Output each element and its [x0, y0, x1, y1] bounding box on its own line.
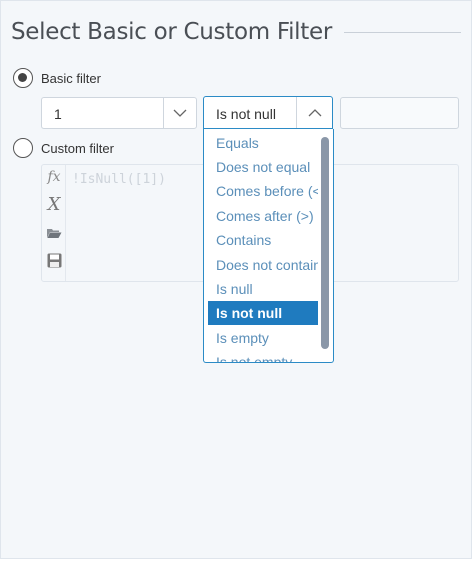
operator-select[interactable]: Is not null	[203, 96, 333, 129]
operator-option-comes-before[interactable]: Comes before (<	[208, 179, 318, 203]
save-icon[interactable]	[44, 250, 64, 270]
function-icon[interactable]: fx	[44, 167, 64, 187]
title-row: Select Basic or Custom Filter	[11, 17, 461, 47]
folder-open-icon[interactable]	[44, 223, 64, 243]
operator-option-equals[interactable]: Equals	[208, 131, 318, 155]
title-divider	[344, 31, 461, 33]
operator-value: Is not null	[216, 106, 276, 122]
expression-text: !IsNull([1])	[72, 172, 166, 187]
operator-option-does-not-contain[interactable]: Does not contain	[208, 253, 318, 277]
operator-dropdown-button[interactable]	[296, 97, 332, 128]
custom-filter-option[interactable]: Custom filter	[13, 138, 114, 158]
chevron-down-icon	[173, 109, 187, 117]
operator-dropdown-list[interactable]: Equals Does not equal Comes before (< Co…	[203, 129, 334, 363]
basic-filter-label: Basic filter	[41, 70, 101, 86]
operator-option-is-not-null[interactable]: Is not null	[208, 301, 318, 325]
operator-option-comes-after[interactable]: Comes after (>)	[208, 204, 318, 228]
operator-option-does-not-equal[interactable]: Does not equal	[208, 155, 318, 179]
basic-filter-radio[interactable]	[13, 68, 33, 88]
dropdown-scrollbar[interactable]	[321, 137, 329, 349]
operator-option-is-null[interactable]: Is null	[208, 277, 318, 301]
chevron-up-icon	[308, 108, 321, 116]
expression-toolbar: fx X	[42, 165, 66, 281]
variable-icon[interactable]: X	[44, 194, 64, 215]
filter-value-input[interactable]	[340, 97, 459, 129]
operator-option-is-empty[interactable]: Is empty	[208, 326, 318, 350]
custom-filter-radio[interactable]	[13, 138, 33, 158]
basic-filter-option[interactable]: Basic filter	[13, 68, 101, 88]
filter-panel: Select Basic or Custom Filter Basic filt…	[0, 0, 472, 559]
page-title: Select Basic or Custom Filter	[11, 19, 332, 45]
custom-filter-label: Custom filter	[41, 140, 114, 156]
operator-option-is-not-empty[interactable]: Is not empty	[208, 350, 318, 362]
field-dropdown-button[interactable]	[163, 97, 197, 129]
field-select[interactable]: 1	[41, 97, 164, 129]
operator-option-contains[interactable]: Contains	[208, 228, 318, 252]
